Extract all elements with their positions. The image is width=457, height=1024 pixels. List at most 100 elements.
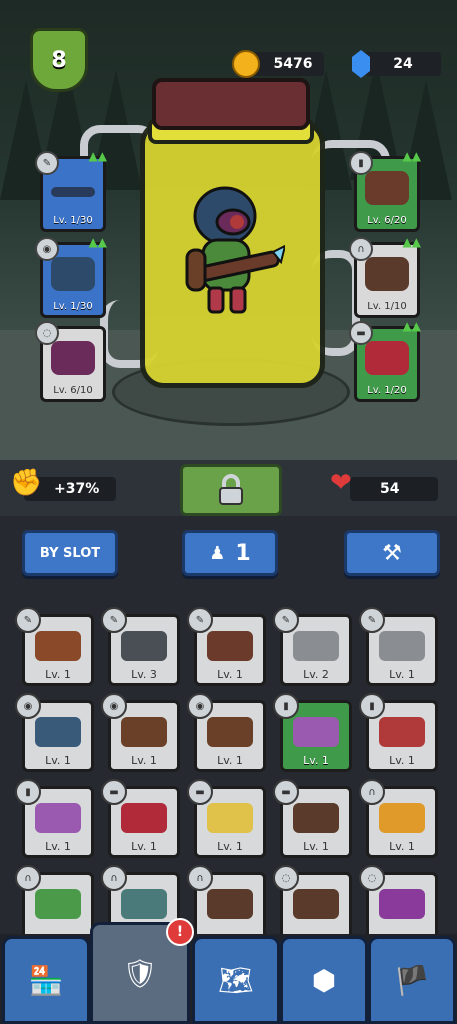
item-image [207,803,253,833]
item-image [207,631,253,661]
item-image [293,631,339,661]
inventory-item-card[interactable]: ▮ Lv. 1 [273,693,352,772]
inventory-item-card[interactable]: ▮ Lv. 1 [359,693,438,772]
item-level: Lv. 1 [131,754,157,767]
shirt-slot-icon: ▮ [15,779,41,805]
item-level: Lv. 1 [45,840,71,853]
item-image [121,803,167,833]
attack-value: +37% [54,481,100,497]
equipped-pants-slot[interactable]: ∩ ▲▲ Lv. 1/10 [349,235,421,318]
inventory-item-card[interactable]: ◉ Lv. 1 [101,693,180,772]
player-level: 8 [51,47,67,73]
inventory-item-card[interactable]: ▬ Lv. 1 [101,779,180,858]
inventory-item-card[interactable]: ✎ Lv. 1 [187,607,266,686]
pants-slot-icon: ∩ [359,779,385,805]
item-image [365,341,409,375]
equipped-boots-slot[interactable]: ▬ ▲▲ Lv. 1/20 [349,319,421,402]
boots-slot-icon: ▬ [187,779,213,805]
nav-map-tab[interactable]: 🗺 [192,936,280,1024]
slot-level: Lv. 6/20 [367,215,407,226]
weapon-slot-icon: ✎ [101,607,127,633]
hat-slot-icon: ◉ [15,693,41,719]
heart-plus-icon: ❤ [330,468,352,498]
item-image [207,717,253,747]
item-level: Lv. 1 [303,840,329,853]
item-image [379,631,425,661]
gold-coin-icon [232,50,260,78]
weapon-slot-icon: ✎ [187,607,213,633]
item-level: Lv. 1 [389,668,415,681]
equipped-hat-slot[interactable]: ◉ ▲▲ Lv. 1/30 [35,235,107,318]
inventory-item-card[interactable]: ✎ Lv. 2 [273,607,352,686]
map-icon: 🗺 [218,963,254,997]
jar-lid [152,78,310,130]
item-image [51,341,95,375]
mannequin-icon: ♟ [209,542,226,564]
nav-banner-tab[interactable]: 🏴 [368,936,456,1024]
loadout-button[interactable]: ♟ 1 [182,530,278,576]
item-image [293,717,339,747]
item-image [293,803,339,833]
item-image [35,631,81,661]
inventory-item-card[interactable]: ▬ Lv. 1 [273,779,352,858]
gem-counter: 24 [365,52,441,76]
anvil-button[interactable]: ⚒ [344,530,440,576]
item-image [379,889,425,919]
inventory-item-card[interactable]: ▮ Lv. 1 [15,779,94,858]
weapon-slot-icon: ✎ [15,607,41,633]
item-image [293,889,339,919]
loadout-count: 1 [235,540,251,566]
lock-button[interactable] [180,464,282,516]
item-level: Lv. 1 [131,840,157,853]
armor-icon: 🛡 [122,956,158,990]
banner-icon: 🏴 [394,963,430,997]
hat-slot-icon: ◉ [101,693,127,719]
item-level: Lv. 1 [45,668,71,681]
inventory-item-card[interactable]: ▬ Lv. 1 [187,779,266,858]
boots-slot-icon: ▬ [101,779,127,805]
inventory-item-card[interactable]: ∩ Lv. 1 [359,779,438,858]
inventory-item-card[interactable]: ◉ Lv. 1 [15,693,94,772]
shop-icon: 🏪 [28,963,64,997]
player-character[interactable] [175,180,287,330]
item-level: Lv. 1 [217,840,243,853]
gun-icon: ✎ [35,151,59,175]
equipped-mask-slot[interactable]: ◌ Lv. 6/10 [35,321,106,402]
inventory-item-card[interactable]: ✎ Lv. 1 [359,607,438,686]
pants-slot-icon: ∩ [187,865,213,891]
equipped-weapon-slot[interactable]: ✎ ▲▲ Lv. 1/30 [35,149,107,232]
item-image [35,717,81,747]
upgrade-arrow-icon: ▲▲ [88,235,107,249]
item-level: Lv. 1 [217,754,243,767]
item-image [121,717,167,747]
sort-by-slot-button[interactable]: BY SLOT [22,530,118,576]
item-level: Lv. 3 [131,668,157,681]
pants-slot-icon: ∩ [15,865,41,891]
upgrade-arrow-icon: ▲▲ [402,319,421,333]
health-value: 54 [380,481,400,497]
player-level-badge[interactable]: 8 [30,28,88,92]
upgrade-arrow-icon: ▲▲ [88,149,107,163]
item-level: Lv. 1 [45,754,71,767]
item-image [35,889,81,919]
item-image [379,717,425,747]
equipped-shirt-slot[interactable]: ▮ ▲▲ Lv. 6/20 [349,149,421,232]
item-image [365,257,409,291]
weapon-slot-icon: ✎ [359,607,385,633]
item-level: Lv. 1 [389,840,415,853]
boots-slot-icon: ▬ [273,779,299,805]
shirt-slot-icon: ▮ [359,693,385,719]
item-image [51,257,95,291]
hat-slot-icon: ◉ [187,693,213,719]
item-level: Lv. 1 [303,754,329,767]
inventory-item-card[interactable]: ✎ Lv. 1 [15,607,94,686]
inventory-item-card[interactable]: ✎ Lv. 3 [101,607,180,686]
item-level: Lv. 1 [389,754,415,767]
upgrade-arrow-icon: ▲▲ [402,149,421,163]
slot-level: Lv. 1/30 [53,215,93,226]
nav-skills-tab[interactable]: ⬢ [280,936,368,1024]
nav-shop-tab[interactable]: 🏪 [2,936,90,1024]
slot-level: Lv. 1/20 [367,385,407,396]
slot-level: Lv. 1/10 [367,301,407,312]
inventory-item-card[interactable]: ◉ Lv. 1 [187,693,266,772]
